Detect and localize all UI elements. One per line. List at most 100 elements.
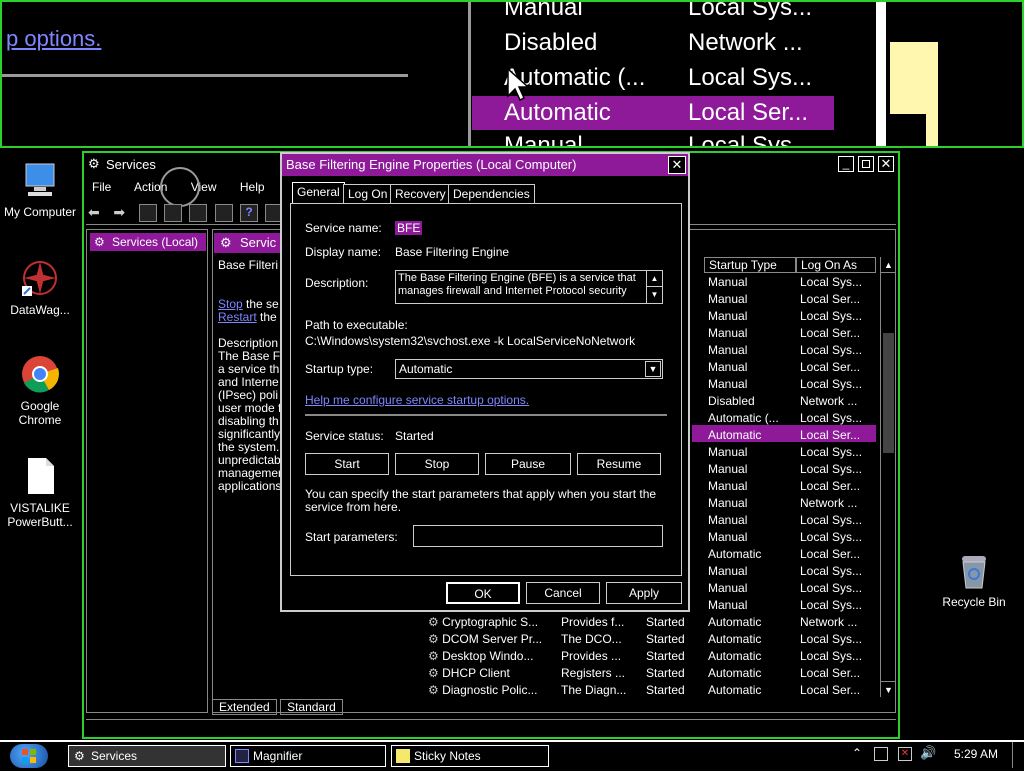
- network-icon[interactable]: [874, 747, 888, 761]
- tree-item-services-local[interactable]: ⚙ Services (Local): [90, 233, 206, 251]
- start-button[interactable]: Start: [305, 453, 389, 475]
- scroll-up-icon[interactable]: ▲: [881, 257, 896, 273]
- table-row-startup[interactable]: Automatic: [708, 614, 779, 631]
- table-row-startup[interactable]: Manual: [708, 461, 779, 478]
- refresh-icon[interactable]: [189, 204, 208, 222]
- table-row-startup[interactable]: Manual: [708, 444, 779, 461]
- table-row-logon[interactable]: Local Ser...: [800, 359, 862, 376]
- table-row-logon[interactable]: Local Ser...: [800, 478, 862, 495]
- maximize-button[interactable]: [858, 156, 874, 172]
- tray-chevron-icon[interactable]: ⌃: [852, 746, 862, 760]
- table-row-desc[interactable]: Provides f...: [561, 614, 626, 631]
- help-icon[interactable]: ?: [240, 204, 259, 222]
- table-row-status[interactable]: Started: [646, 648, 685, 665]
- close-button[interactable]: ✕: [878, 156, 894, 172]
- table-row-logon[interactable]: Local Ser...: [800, 682, 862, 699]
- table-row-startup[interactable]: Manual: [708, 512, 779, 529]
- table-row-name[interactable]: ⚙ DCOM Server Pr...: [428, 631, 542, 648]
- table-row-startup[interactable]: Manual: [708, 291, 779, 308]
- start-params-input[interactable]: [413, 525, 663, 547]
- table-row-startup[interactable]: Manual: [708, 495, 779, 512]
- chevron-down-icon[interactable]: ▼: [645, 361, 661, 377]
- table-row-startup[interactable]: Manual: [708, 308, 779, 325]
- stop-button[interactable]: Stop: [395, 453, 479, 475]
- table-row-logon[interactable]: Local Sys...: [800, 580, 862, 597]
- table-row-startup[interactable]: Manual: [708, 325, 779, 342]
- table-row-logon[interactable]: Local Sys...: [800, 648, 862, 665]
- back-icon[interactable]: ⬅: [88, 204, 106, 222]
- table-row-startup[interactable]: Automatic: [708, 631, 779, 648]
- table-row-logon[interactable]: Local Ser...: [800, 291, 862, 308]
- table-row-desc[interactable]: Registers ...: [561, 665, 626, 682]
- stop-service-link[interactable]: Stop: [218, 297, 243, 311]
- table-row-startup[interactable]: Manual: [708, 376, 779, 393]
- desktop-icon-my-computer[interactable]: My Computer: [0, 160, 80, 219]
- column-header-log-on-as[interactable]: Log On As: [796, 257, 876, 273]
- table-row-logon[interactable]: Network ...: [800, 393, 862, 410]
- table-row-startup[interactable]: Automatic: [708, 682, 779, 699]
- apply-button[interactable]: Apply: [606, 582, 682, 604]
- table-row-logon[interactable]: Local Sys...: [800, 529, 862, 546]
- table-row-startup[interactable]: Manual: [708, 478, 779, 495]
- table-row-desc[interactable]: The DCO...: [561, 631, 626, 648]
- properties-icon[interactable]: [164, 204, 183, 222]
- table-row-startup[interactable]: Manual: [708, 563, 779, 580]
- table-row-logon[interactable]: Local Ser...: [800, 665, 862, 682]
- start-button[interactable]: [10, 744, 48, 768]
- dialog-close-button[interactable]: ✕: [668, 156, 686, 174]
- vertical-scrollbar[interactable]: ▲ ▼: [880, 257, 896, 697]
- table-row-logon[interactable]: Local Sys...: [800, 597, 862, 614]
- table-row-logon[interactable]: Local Sys...: [800, 342, 862, 359]
- table-row-startup[interactable]: Manual: [708, 274, 779, 291]
- table-row-logon[interactable]: Local Sys...: [800, 376, 862, 393]
- table-row-name[interactable]: ⚙ DHCP Client: [428, 665, 542, 682]
- scroll-down-icon[interactable]: ▼: [646, 287, 662, 303]
- startup-type-select[interactable]: Automatic ▼: [395, 359, 663, 379]
- tab-dependencies[interactable]: Dependencies: [448, 184, 535, 204]
- dialog-titlebar[interactable]: Base Filtering Engine Properties (Local …: [282, 154, 688, 176]
- tab-recovery[interactable]: Recovery: [390, 184, 451, 204]
- table-row-startup[interactable]: Automatic: [708, 427, 779, 444]
- table-row-logon[interactable]: Local Ser...: [800, 325, 862, 342]
- minimize-button[interactable]: _: [838, 156, 854, 172]
- table-row-startup[interactable]: Manual: [708, 342, 779, 359]
- table-row-startup[interactable]: Manual: [708, 580, 779, 597]
- table-row-logon[interactable]: Network ...: [800, 614, 862, 631]
- table-row-startup[interactable]: Disabled: [708, 393, 779, 410]
- desktop-icon-vistalike[interactable]: VISTALIKE PowerButt...: [0, 456, 80, 529]
- table-row-logon[interactable]: Local Sys...: [800, 631, 862, 648]
- table-row-logon[interactable]: Local Sys...: [800, 512, 862, 529]
- scroll-up-icon[interactable]: ▲: [646, 271, 662, 287]
- table-row-status[interactable]: Started: [646, 631, 685, 648]
- resume-button[interactable]: Resume: [577, 453, 661, 475]
- taskbar-item-services[interactable]: ⚙ Services: [68, 745, 226, 767]
- table-row-startup[interactable]: Automatic: [708, 665, 779, 682]
- scroll-thumb[interactable]: [883, 333, 894, 453]
- table-row-logon[interactable]: Local Sys...: [800, 461, 862, 478]
- ok-button[interactable]: OK: [446, 582, 520, 604]
- table-row-name[interactable]: ⚙ Cryptographic S...: [428, 614, 542, 631]
- table-row-logon[interactable]: Local Sys...: [800, 444, 862, 461]
- forward-icon[interactable]: ➡: [113, 204, 131, 222]
- pause-button[interactable]: Pause: [485, 453, 571, 475]
- taskbar-item-sticky-notes[interactable]: Sticky Notes: [391, 745, 549, 767]
- clock[interactable]: 5:29 AM: [954, 747, 998, 761]
- tab-log-on[interactable]: Log On: [343, 184, 393, 204]
- table-row-logon[interactable]: Local Sys...: [800, 563, 862, 580]
- column-header-startup-type[interactable]: Startup Type: [704, 257, 796, 273]
- table-row-logon[interactable]: Network ...: [800, 495, 862, 512]
- show-desktop-button[interactable]: [1012, 742, 1022, 768]
- table-row-startup[interactable]: Automatic: [708, 546, 779, 563]
- desktop-icon-datawag[interactable]: DataWag...: [0, 258, 80, 317]
- table-row-startup[interactable]: Manual: [708, 597, 779, 614]
- volume-icon[interactable]: 🔊: [920, 745, 936, 761]
- table-row-status[interactable]: Started: [646, 665, 685, 682]
- tab-standard[interactable]: Standard: [280, 699, 343, 715]
- table-row-status[interactable]: Started: [646, 682, 685, 699]
- restart-service-link[interactable]: Restart: [218, 310, 257, 324]
- desktop-icon-google-chrome[interactable]: Google Chrome: [0, 354, 80, 427]
- help-configure-link[interactable]: Help me configure service startup option…: [305, 393, 529, 407]
- cancel-button[interactable]: Cancel: [526, 582, 600, 604]
- tab-extended[interactable]: Extended: [212, 699, 277, 715]
- description-box[interactable]: The Base Filtering Engine (BFE) is a ser…: [395, 270, 663, 304]
